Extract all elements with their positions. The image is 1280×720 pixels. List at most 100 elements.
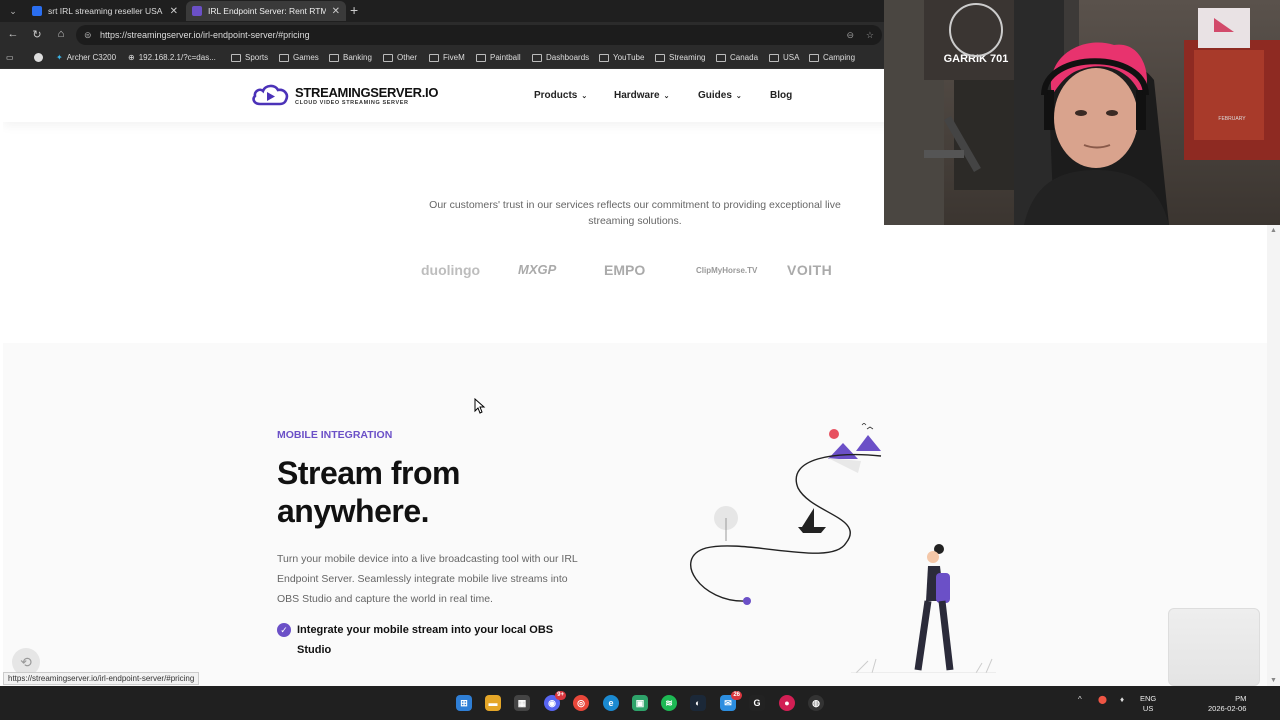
bookmark-label: 192.168.2.1/?c=das... — [138, 53, 216, 62]
site-info-icon[interactable]: ⊜ — [84, 25, 92, 45]
folder-icon — [599, 53, 609, 62]
reload-icon[interactable]: ↻ — [30, 28, 44, 41]
tray-overflow-icon[interactable]: ^ — [1078, 695, 1082, 704]
brand-logo-voith: VOITH — [787, 262, 833, 278]
cloud-play-logo-icon — [252, 84, 289, 106]
notification-badge: 9+ — [555, 691, 566, 700]
close-tab-icon[interactable]: ✕ — [170, 6, 178, 17]
app-red-icon[interactable]: ● — [779, 695, 795, 711]
folder-icon — [476, 53, 486, 62]
favorite-star-icon[interactable]: ☆ — [866, 25, 874, 45]
bookmark-label: Archer C3200 — [66, 53, 117, 62]
headline-line: Stream from — [277, 455, 461, 491]
bookmark-folder[interactable]: Camping — [809, 53, 855, 62]
folder-icon — [383, 53, 393, 62]
browser-tab-strip: ⌄ srt IRL streaming reseller USA - Se ✕ … — [0, 0, 884, 22]
tab-list-dropdown-icon[interactable]: ⌄ — [6, 4, 20, 18]
site-logo[interactable]: STREAMINGSERVER.IO CLOUD VIDEO STREAMING… — [251, 82, 438, 108]
glass-cup-object — [1168, 608, 1260, 686]
bookmark-label: Paintball — [490, 53, 521, 62]
brand-logo-clipmyhorse: ClipMyHorse.TV — [696, 266, 758, 275]
bookmark-item[interactable] — [34, 53, 43, 62]
app-icon[interactable]: ▣ — [632, 695, 648, 711]
wall-sign-text: GARRIK 701 — [944, 53, 1009, 65]
nav-label: Products — [534, 90, 578, 101]
bookmark-folder[interactable]: Streaming — [655, 53, 705, 62]
address-toolbar: ← ↻ ⌂ ⊜ https://streamingserver.io/irl-e… — [0, 22, 884, 48]
bookmark-folder[interactable]: Sports — [231, 53, 268, 62]
file-explorer-icon[interactable]: ▬ — [485, 695, 501, 711]
page-scrollbar[interactable]: ▲ ▼ — [1267, 225, 1280, 686]
bookmark-label: Banking — [343, 53, 372, 62]
discord-icon[interactable]: ◉ 9+ — [544, 691, 566, 711]
bookmark-folder[interactable]: YouTube — [599, 53, 644, 62]
scroll-down-icon[interactable]: ▼ — [1270, 677, 1277, 684]
bookmark-folder[interactable]: FiveM — [429, 53, 465, 62]
bookmark-folder[interactable]: Dashboards — [532, 53, 589, 62]
bookmark-item[interactable]: ⊕ 192.168.2.1/?c=das... — [128, 53, 216, 62]
link-status-url: https://streamingserver.io/irl-endpoint-… — [3, 672, 200, 685]
clock-date: 2026-02-06 — [1208, 704, 1247, 713]
nav-products[interactable]: Products ⌄ — [534, 90, 587, 101]
brand-logo-empo: EMPO — [604, 262, 646, 278]
url-text: https://streamingserver.io/irl-endpoint-… — [100, 30, 310, 40]
logo-tagline: CLOUD VIDEO STREAMING SERVER — [295, 99, 409, 106]
customer-trust-text: Our customers' trust in our services ref… — [429, 199, 841, 227]
store-icon[interactable]: ▦ — [514, 695, 530, 711]
bookmark-label: Other — [397, 53, 418, 62]
bookmarks-menu-icon[interactable]: ▭ — [6, 53, 14, 62]
globe-icon: ⊕ — [128, 53, 135, 62]
tab-title: IRL Endpoint Server: Rent RTMP & — [208, 6, 326, 16]
bookmark-folder[interactable]: Canada — [716, 53, 758, 62]
region-code: US — [1142, 704, 1154, 713]
system-clock[interactable]: PM 2026-02-06 — [1208, 694, 1246, 714]
mobile-integration-section: MOBILE INTEGRATION Stream from anywhere.… — [3, 343, 1267, 686]
mail-icon[interactable]: ✉ 26 — [720, 691, 742, 711]
folder-icon — [329, 53, 339, 62]
reader-mode-icon[interactable]: ⊖ — [846, 25, 854, 45]
microphone-icon[interactable]: ♦ — [1120, 695, 1124, 704]
bookmark-folder[interactable]: USA — [769, 53, 799, 62]
browser-tab-search[interactable]: srt IRL streaming reseller USA - Se ✕ — [26, 1, 184, 21]
bookmark-folder[interactable]: Other — [383, 53, 417, 62]
folder-icon — [231, 53, 241, 62]
chrome-icon[interactable]: ◎ — [573, 695, 589, 711]
new-tab-button[interactable]: + — [350, 3, 358, 17]
back-arrow-icon[interactable]: ← — [6, 28, 20, 40]
folder-icon — [769, 53, 779, 62]
chevron-down-icon: ⌄ — [581, 92, 588, 100]
steam-icon[interactable]: ◐ — [690, 695, 706, 711]
browser-tab-irl-endpoint[interactable]: IRL Endpoint Server: Rent RTMP & ✕ — [186, 1, 346, 21]
windows-taskbar: ⊞ ▬ ▦ ◉ 9+ ◎ e ▣ ≋ ◐ ✉ 26 G ● ◍ ^ ⬤ ♦ — [0, 686, 1280, 720]
chevron-down-icon: ⌄ — [663, 92, 670, 100]
network-icon[interactable]: ⬤ — [1098, 695, 1107, 704]
obs-icon[interactable]: ◍ — [808, 695, 824, 711]
nav-blog[interactable]: Blog — [770, 90, 792, 101]
address-bar[interactable]: ⊜ https://streamingserver.io/irl-endpoin… — [76, 25, 882, 45]
lang-code: ENG — [1140, 694, 1157, 703]
spotify-icon[interactable]: ≋ — [661, 695, 677, 711]
folder-icon — [716, 53, 726, 62]
nav-label: Hardware — [614, 90, 660, 101]
windows-start-icon[interactable]: ⊞ — [456, 695, 472, 711]
edge-icon[interactable]: e — [603, 695, 619, 711]
input-language-indicator[interactable]: ENG US — [1140, 694, 1156, 714]
bookmark-label: FiveM — [443, 53, 465, 62]
bookmark-folder[interactable]: Banking — [329, 53, 372, 62]
close-tab-icon[interactable]: ✕ — [332, 6, 340, 17]
feature-text: Integrate your mobile stream into your l… — [297, 624, 554, 656]
bookmark-folder[interactable]: Games — [279, 53, 319, 62]
bookmark-label: Canada — [730, 53, 759, 62]
clock-time: PM — [1235, 694, 1247, 703]
nav-hardware[interactable]: Hardware ⌄ — [614, 90, 669, 101]
notification-badge: 26 — [731, 691, 742, 700]
bookmarks-bar: ▭ ✦ Archer C3200 ⊕ 192.168.2.1/?c=das... S… — [0, 48, 884, 69]
bookmark-folder[interactable]: Paintball — [476, 53, 521, 62]
scroll-up-icon[interactable]: ▲ — [1270, 227, 1277, 234]
home-icon[interactable]: ⌂ — [54, 28, 68, 40]
logitech-icon[interactable]: G — [749, 695, 765, 711]
bookmark-item[interactable]: ✦ Archer C3200 — [56, 53, 116, 62]
folder-icon — [655, 53, 665, 62]
nav-guides[interactable]: Guides ⌄ — [698, 90, 742, 101]
webcam-overlay: GARRIK 701 FEBRUARY — [884, 0, 1280, 225]
